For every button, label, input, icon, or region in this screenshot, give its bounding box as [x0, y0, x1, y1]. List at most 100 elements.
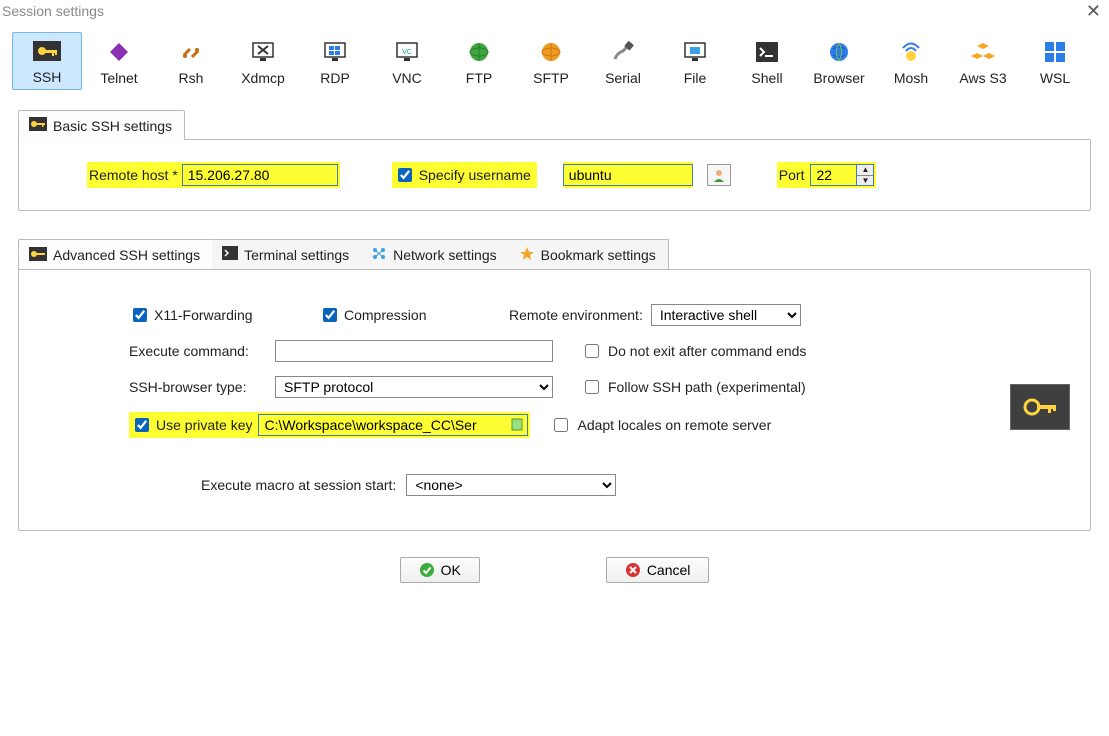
- session-type-label: RDP: [320, 70, 350, 86]
- key-icon: [32, 39, 62, 63]
- use-private-key-label: Use private key: [152, 417, 258, 433]
- ok-check-icon: [419, 562, 435, 578]
- terminal-small-icon: [222, 246, 238, 263]
- ssh-browser-type-label: SSH-browser type:: [129, 379, 275, 395]
- ssh-browser-type-select[interactable]: SFTP protocol: [275, 376, 553, 398]
- session-type-label: Shell: [751, 70, 782, 86]
- window-title: Session settings: [2, 3, 104, 19]
- monitor-folder-icon: [680, 40, 710, 64]
- adapt-locales-checkbox[interactable]: [554, 418, 568, 432]
- tab-label: Advanced SSH settings: [53, 247, 200, 263]
- session-type-shell[interactable]: Shell: [732, 34, 802, 90]
- windows-icon: [1040, 40, 1070, 64]
- session-type-wsl[interactable]: WSL: [1020, 34, 1090, 90]
- x11-forwarding-checkbox[interactable]: [133, 308, 147, 322]
- session-type-label: SSH: [33, 69, 62, 85]
- globe-blue-icon: [824, 40, 854, 64]
- session-type-label: Mosh: [894, 70, 928, 86]
- port-label: Port: [779, 167, 811, 183]
- key-badge-icon: [1010, 384, 1070, 430]
- key-black-icon: [29, 247, 47, 264]
- remote-host-input[interactable]: [182, 164, 338, 186]
- session-type-ftp[interactable]: FTP: [444, 34, 514, 90]
- session-type-ssh[interactable]: SSH: [12, 32, 82, 90]
- execute-command-label: Execute command:: [129, 343, 275, 359]
- browse-key-button[interactable]: [507, 417, 527, 434]
- cancel-x-icon: [625, 562, 641, 578]
- network-icon: [371, 246, 387, 263]
- basic-ssh-panel: Remote host * Specify username Port: [18, 139, 1091, 211]
- session-type-xdmcp[interactable]: Xdmcp: [228, 34, 298, 90]
- session-type-label: Serial: [605, 70, 641, 86]
- port-input[interactable]: [810, 164, 856, 186]
- execute-command-input[interactable]: [275, 340, 553, 362]
- remote-host-label: Remote host *: [89, 167, 182, 183]
- follow-ssh-path-label: Follow SSH path (experimental): [608, 379, 806, 395]
- x11-forwarding-label: X11-Forwarding: [154, 307, 253, 323]
- cancel-button[interactable]: Cancel: [606, 557, 710, 583]
- session-type-label: VNC: [392, 70, 422, 86]
- session-type-vnc[interactable]: VC VNC: [372, 34, 442, 90]
- link-icon: [176, 40, 206, 64]
- remote-env-select[interactable]: Interactive shell: [651, 304, 801, 326]
- session-type-label: Xdmcp: [241, 70, 285, 86]
- user-picker-button[interactable]: [707, 164, 731, 186]
- session-type-browser[interactable]: Browser: [804, 34, 874, 90]
- specify-username-label: Specify username: [415, 167, 535, 183]
- tab-bookmark-settings[interactable]: Bookmark settings: [509, 239, 669, 270]
- session-type-telnet[interactable]: Telnet: [84, 34, 154, 90]
- tab-basic-ssh[interactable]: Basic SSH settings: [18, 110, 185, 140]
- diamond-icon: [104, 40, 134, 64]
- private-key-path-input[interactable]: [259, 415, 507, 435]
- port-spin-down[interactable]: ▼: [857, 176, 873, 186]
- cancel-label: Cancel: [647, 562, 691, 578]
- compression-checkbox[interactable]: [323, 308, 337, 322]
- ok-button[interactable]: OK: [400, 557, 480, 583]
- specify-username-checkbox[interactable]: [398, 168, 412, 182]
- use-private-key-checkbox[interactable]: [135, 418, 149, 432]
- advanced-ssh-panel: X11-Forwarding Compression Remote enviro…: [18, 269, 1091, 531]
- tab-advanced-ssh[interactable]: Advanced SSH settings: [18, 239, 213, 270]
- monitor-win-icon: [320, 40, 350, 64]
- session-type-rdp[interactable]: RDP: [300, 34, 370, 90]
- close-icon[interactable]: ✕: [1086, 2, 1101, 20]
- satellite-icon: [896, 40, 926, 64]
- tab-label: Basic SSH settings: [53, 118, 172, 134]
- session-type-rsh[interactable]: Rsh: [156, 34, 226, 90]
- session-type-mosh[interactable]: Mosh: [876, 34, 946, 90]
- no-exit-checkbox[interactable]: [585, 344, 599, 358]
- ok-label: OK: [441, 562, 461, 578]
- port-spin-up[interactable]: ▲: [857, 165, 873, 176]
- follow-ssh-path-checkbox[interactable]: [585, 380, 599, 394]
- tab-terminal-settings[interactable]: Terminal settings: [212, 239, 362, 270]
- session-type-awss3[interactable]: Aws S3: [948, 34, 1018, 90]
- star-icon: [519, 246, 535, 263]
- remote-env-label: Remote environment:: [509, 307, 643, 323]
- session-type-label: Aws S3: [959, 70, 1006, 86]
- session-type-label: Browser: [813, 70, 864, 86]
- no-exit-label: Do not exit after command ends: [608, 343, 806, 359]
- cubes-icon: [968, 40, 998, 64]
- username-input[interactable]: [563, 164, 693, 186]
- compression-label: Compression: [344, 307, 426, 323]
- monitor-vnc-icon: VC: [392, 40, 422, 64]
- session-type-toolbar: SSH Telnet Rsh Xdmcp RDP VC VNC FTP SFTP…: [0, 28, 1109, 102]
- execute-macro-select[interactable]: <none>: [406, 474, 616, 496]
- session-type-sftp[interactable]: SFTP: [516, 34, 586, 90]
- session-type-label: FTP: [466, 70, 492, 86]
- tab-label: Bookmark settings: [541, 247, 656, 263]
- globe-orange-icon: [536, 40, 566, 64]
- session-type-label: SFTP: [533, 70, 569, 86]
- terminal-icon: [752, 40, 782, 64]
- tab-label: Network settings: [393, 247, 496, 263]
- session-type-label: Telnet: [100, 70, 137, 86]
- tab-label: Terminal settings: [244, 247, 349, 263]
- session-type-file[interactable]: File: [660, 34, 730, 90]
- globe-green-icon: [464, 40, 494, 64]
- tab-network-settings[interactable]: Network settings: [361, 239, 509, 270]
- session-type-label: WSL: [1040, 70, 1070, 86]
- adapt-locales-label: Adapt locales on remote server: [577, 417, 771, 433]
- session-type-label: File: [684, 70, 707, 86]
- session-type-serial[interactable]: Serial: [588, 34, 658, 90]
- serial-plug-icon: [608, 40, 638, 64]
